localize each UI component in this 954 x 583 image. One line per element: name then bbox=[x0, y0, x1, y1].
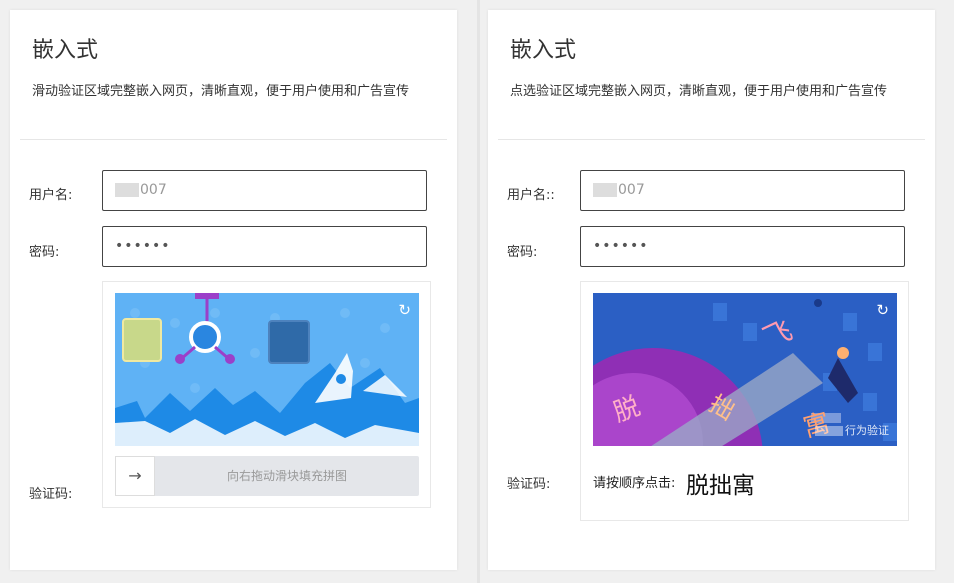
panel-description: 点选验证区域完整嵌入网页，清晰直观，便于用户使用和广告宣传 bbox=[510, 84, 888, 99]
watermark-text: 行为验证 bbox=[845, 424, 889, 437]
slider-handle[interactable]: → bbox=[115, 456, 155, 496]
captcha-label: 验证码: bbox=[29, 487, 73, 502]
password-label: 密码: bbox=[29, 245, 60, 260]
panel-title: 嵌入式 bbox=[32, 38, 99, 63]
slider-hint: 向右拖动滑块填充拼图 bbox=[226, 469, 347, 483]
captcha-prompt: 请按顺序点击: bbox=[593, 476, 676, 491]
refresh-icon[interactable]: ↻ bbox=[876, 301, 889, 319]
password-value: •••••• bbox=[593, 238, 649, 254]
captcha-target-chars: 脱拙寓 bbox=[686, 473, 755, 499]
username-value: 007 bbox=[140, 182, 167, 198]
username-value: 007 bbox=[618, 182, 645, 198]
username-input[interactable]: 007 bbox=[580, 170, 905, 211]
password-input[interactable]: •••••• bbox=[580, 226, 905, 267]
section-divider bbox=[498, 139, 925, 140]
column-divider bbox=[477, 0, 480, 583]
panel-title: 嵌入式 bbox=[510, 38, 577, 63]
captcha-watermark: 行为验证 bbox=[815, 422, 889, 438]
captcha-click-image[interactable]: 飞 脱 拙 寓 ↻ 行为验证 bbox=[593, 293, 897, 446]
slider-track: → 向右拖动滑块填充拼图 bbox=[115, 456, 419, 496]
redacted-mask bbox=[593, 183, 617, 197]
panel-description: 滑动验证区域完整嵌入网页，清晰直观，便于用户使用和广告宣传 bbox=[32, 84, 410, 99]
captcha-puzzle-image: ↻ bbox=[115, 293, 419, 446]
refresh-icon[interactable]: ↻ bbox=[398, 301, 411, 319]
redacted-mask bbox=[815, 426, 843, 436]
password-label: 密码: bbox=[507, 245, 538, 260]
password-input[interactable]: •••••• bbox=[102, 226, 427, 267]
captcha-label: 验证码: bbox=[507, 477, 551, 492]
username-input[interactable]: 007 bbox=[102, 170, 427, 211]
username-label: 用户名:: bbox=[507, 188, 555, 203]
arrow-right-icon: → bbox=[128, 466, 142, 485]
click-captcha-widget: 飞 脱 拙 寓 ↻ 行为验证 请按顺序点击: 脱拙寓 bbox=[580, 281, 909, 521]
redacted-mask bbox=[115, 183, 139, 197]
username-label: 用户名: bbox=[29, 188, 73, 203]
click-captcha-panel: 嵌入式 点选验证区域完整嵌入网页，清晰直观，便于用户使用和广告宣传 用户名:: … bbox=[488, 10, 935, 570]
password-value: •••••• bbox=[115, 238, 171, 254]
slide-captcha-panel: 嵌入式 滑动验证区域完整嵌入网页，清晰直观，便于用户使用和广告宣传 用户名: 0… bbox=[10, 10, 457, 570]
slide-captcha-widget: ↻ → 向右拖动滑块填充拼图 bbox=[102, 281, 431, 508]
section-divider bbox=[20, 139, 447, 140]
